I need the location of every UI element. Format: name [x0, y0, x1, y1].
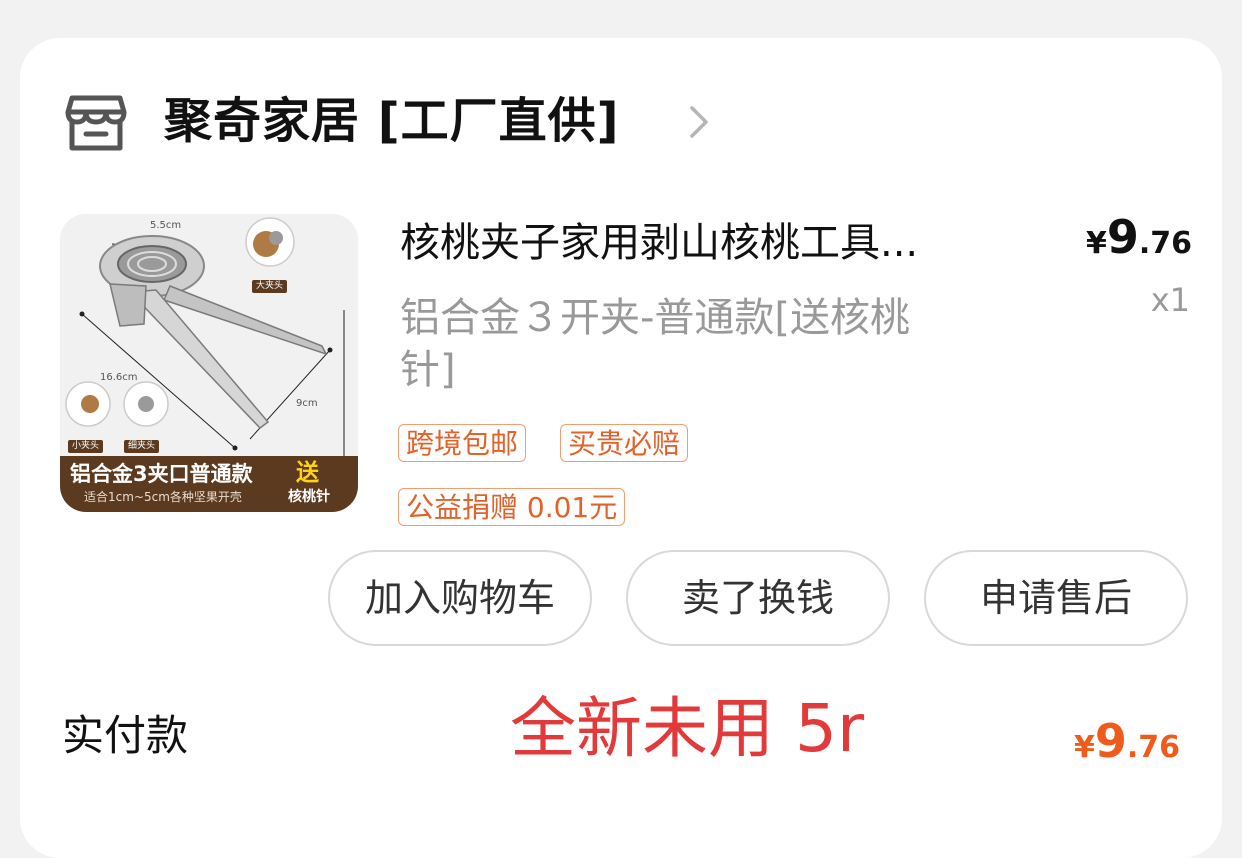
paid-amount-value: ¥9.76 — [1040, 714, 1180, 768]
after-sales-button[interactable]: 申请售后 — [924, 550, 1188, 646]
price-integer: 9 — [1094, 714, 1127, 768]
shop-name[interactable]: 聚奇家居 [工厂直供] — [164, 88, 620, 154]
product-image[interactable]: 5.5cm 16.6cm 9cm 大夹头 小夹头 细夹头 铝合金3夹口普通款 送… — [60, 214, 358, 512]
price-integer: 9 — [1106, 210, 1139, 264]
product-quantity: x1 — [1150, 281, 1190, 319]
tag-price-guarantee: 买贵必赔 — [560, 424, 689, 462]
product-price: ¥9.76 — [1072, 210, 1192, 264]
dimension-label: 5.5cm — [150, 220, 182, 231]
product-variant: 铝合金３开夹-普通款[送核桃针] — [400, 295, 911, 393]
dimension-label: 9cm — [296, 398, 318, 409]
currency-symbol: ¥ — [1085, 226, 1107, 261]
dimension-label: 16.6cm — [100, 372, 138, 383]
image-caption: 铝合金3夹口普通款 送 适合1cm~5cm各种坚果开壳 核桃针 — [60, 456, 358, 512]
chevron-right-icon[interactable] — [688, 104, 712, 140]
caption-title: 铝合金3夹口普通款 — [70, 462, 253, 486]
caption-subtitle: 适合1cm~5cm各种坚果开壳 — [84, 490, 242, 504]
store-icon[interactable] — [64, 94, 128, 152]
add-to-cart-button[interactable]: 加入购物车 — [328, 550, 592, 646]
handwritten-annotation: 全新未用 5r — [510, 690, 865, 767]
paid-amount-label: 实付款 — [62, 711, 189, 760]
sell-for-cash-button[interactable]: 卖了换钱 — [626, 550, 890, 646]
product-title[interactable]: 核桃夹子家用剥山核桃工具... — [400, 214, 1020, 272]
image-tag: 细夹头 — [124, 440, 160, 453]
caption-pin: 核桃针 — [288, 489, 330, 505]
tag-free-shipping: 跨境包邮 — [398, 424, 527, 462]
image-tag: 大夹头 — [252, 280, 288, 293]
image-tag: 小夹头 — [68, 440, 104, 453]
price-decimal: .76 — [1138, 226, 1192, 261]
price-decimal: .76 — [1126, 730, 1180, 765]
currency-symbol: ¥ — [1073, 730, 1095, 765]
caption-send: 送 — [296, 460, 319, 486]
tag-charity-donation: 公益捐赠 0.01元 — [398, 488, 626, 526]
